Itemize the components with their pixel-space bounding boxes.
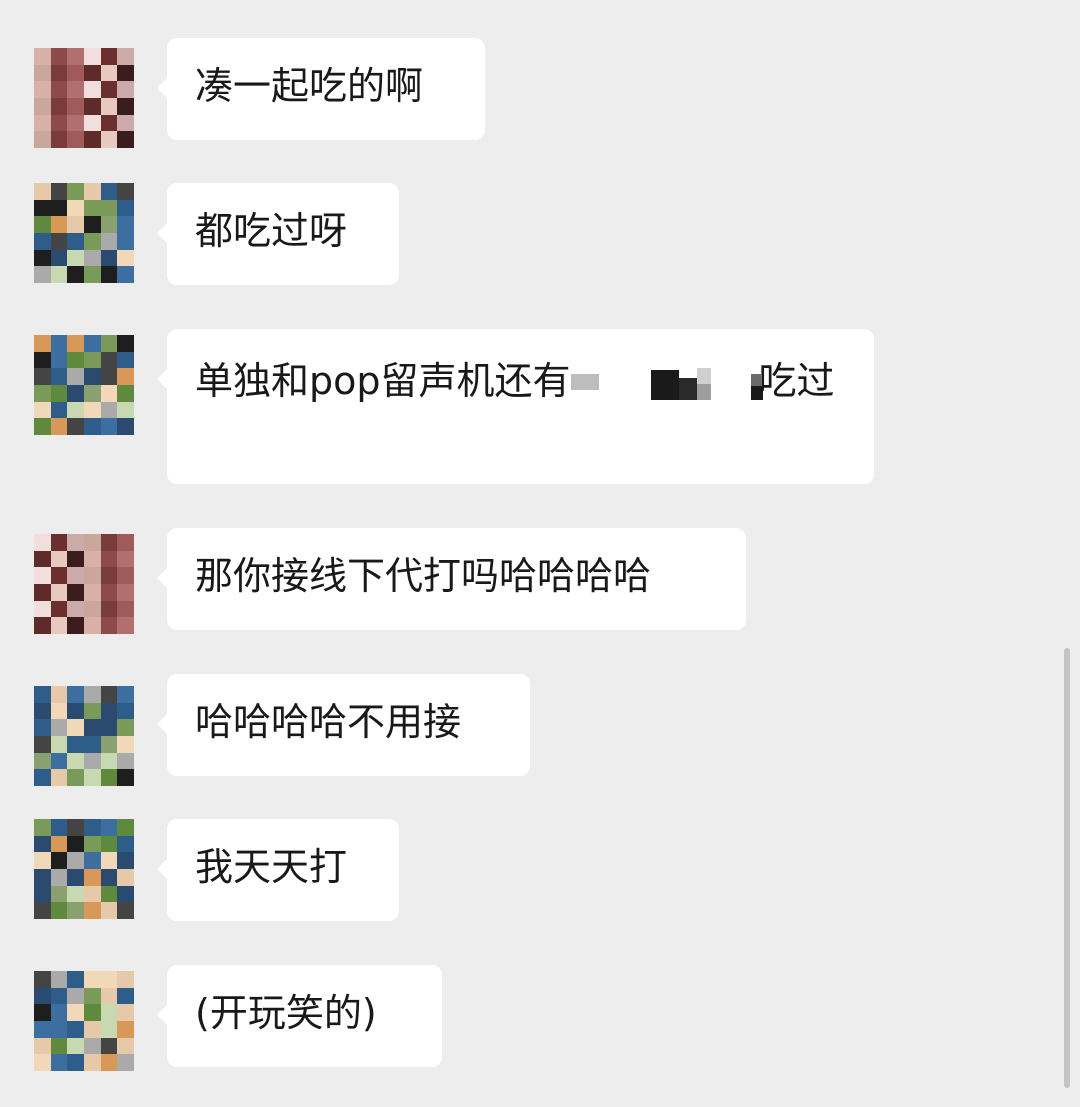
avatar[interactable]	[34, 686, 134, 786]
avatar[interactable]	[34, 819, 134, 919]
message-text: 单独和pop留声机还有	[195, 359, 571, 403]
message-bubble[interactable]: 我天天打	[157, 819, 399, 921]
message-bubble[interactable]: 哈哈哈哈不用接	[157, 674, 530, 776]
avatar[interactable]	[34, 335, 134, 435]
message-text: 那你接线下代打吗哈哈哈哈	[195, 554, 652, 598]
redacted-mosaic	[570, 364, 763, 404]
message-text: 吃过	[758, 359, 835, 403]
message-bubble[interactable]: 凑一起吃的啊	[157, 38, 485, 140]
message-text: 我天天打	[195, 845, 348, 889]
avatar[interactable]	[34, 183, 134, 283]
avatar[interactable]	[34, 534, 134, 634]
message-bubble[interactable]: 都吃过呀	[157, 183, 399, 285]
message-text: 凑一起吃的啊	[195, 64, 424, 108]
message-text: 哈哈哈哈不用接	[195, 700, 462, 744]
message-bubble[interactable]: (开玩笑的)	[157, 965, 442, 1067]
avatar[interactable]	[34, 48, 134, 148]
message-text: 都吃过呀	[195, 209, 348, 253]
avatar[interactable]	[34, 971, 134, 1071]
message-bubble[interactable]: 那你接线下代打吗哈哈哈哈	[157, 528, 746, 630]
scrollbar[interactable]	[1064, 648, 1070, 1088]
message-bubble[interactable]: 单独和pop留声机还有 吃过	[157, 329, 874, 484]
message-text: (开玩笑的)	[195, 991, 377, 1035]
